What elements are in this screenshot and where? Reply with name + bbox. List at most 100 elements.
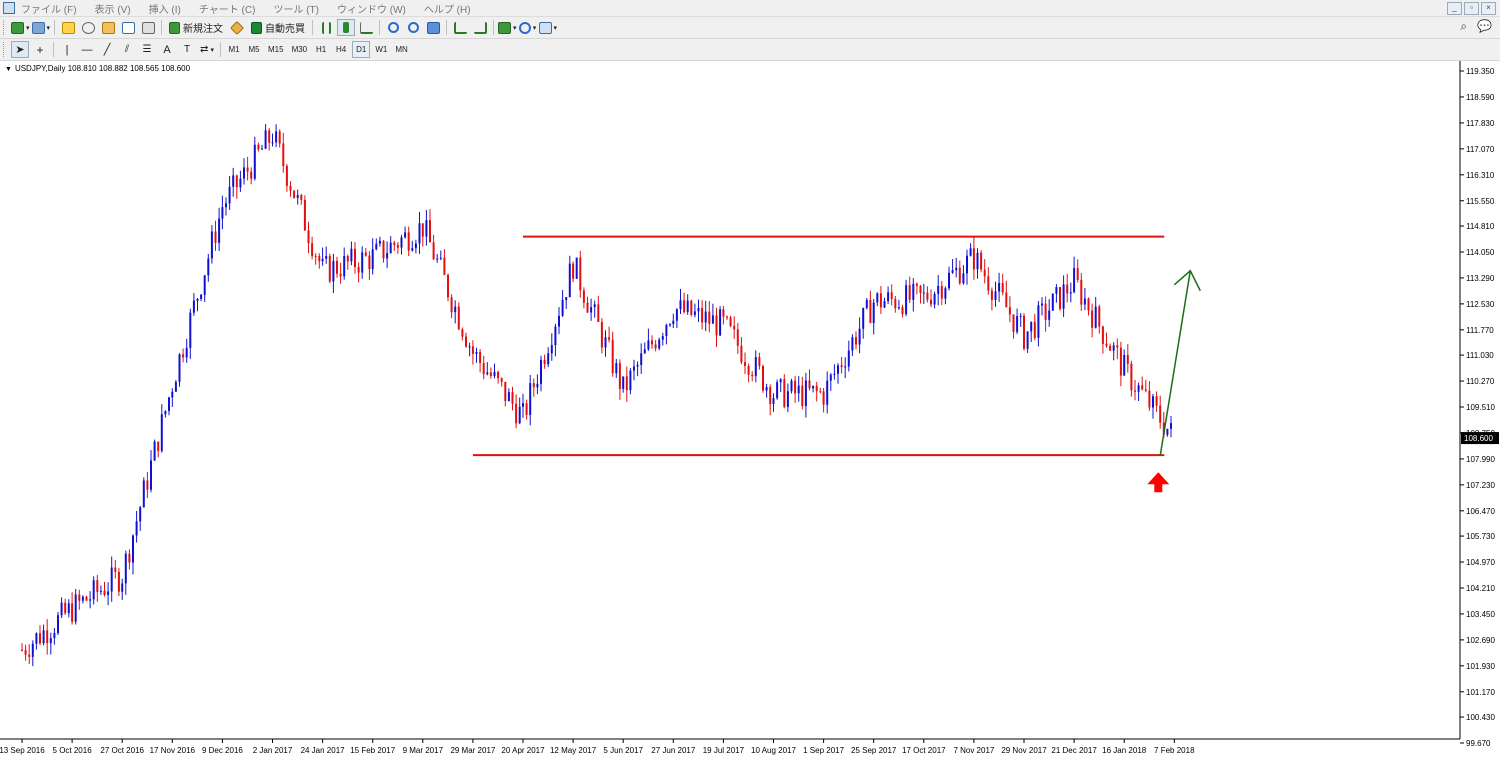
- menu-help[interactable]: ヘルプ (H): [424, 1, 471, 16]
- candle-body: [962, 273, 965, 284]
- horizontal-line-tool[interactable]: —: [78, 41, 96, 58]
- cursor-tool[interactable]: ➤: [11, 41, 29, 58]
- menu-file[interactable]: ファイル (F): [21, 1, 77, 16]
- restore-button[interactable]: ▫: [1464, 2, 1479, 15]
- candle-body: [568, 263, 571, 298]
- timeframe-d1[interactable]: D1: [352, 41, 371, 58]
- chart-shift-button[interactable]: [471, 19, 489, 36]
- time-tick-label: 19 Jul 2017: [703, 746, 745, 755]
- fibonacci-tool[interactable]: ☰: [138, 41, 156, 58]
- timeframe-m15[interactable]: M15: [265, 41, 287, 58]
- candle-body: [99, 590, 102, 592]
- candle-body: [364, 252, 367, 256]
- candle-body: [980, 252, 983, 270]
- candle-body: [314, 255, 317, 257]
- candle-body: [325, 256, 328, 259]
- new-order-button[interactable]: 新規注文: [166, 19, 226, 36]
- price-chart[interactable]: 119.350 118.590 117.830 117.070 116.310 115.5…: [0, 61, 1500, 758]
- zoom-in-button[interactable]: [384, 19, 402, 36]
- timeframe-m1[interactable]: M1: [225, 41, 243, 58]
- line-chart-button[interactable]: [357, 19, 375, 36]
- chat-icon[interactable]: 💬: [1477, 19, 1492, 34]
- candle-body: [411, 248, 414, 251]
- candle-body: [1119, 347, 1122, 376]
- menu-charts[interactable]: チャート (C): [199, 1, 256, 16]
- close-button[interactable]: ×: [1481, 2, 1496, 15]
- candle-body: [1098, 306, 1101, 327]
- candle-body: [361, 252, 364, 273]
- menu-view[interactable]: 表示 (V): [95, 1, 131, 16]
- candle-body: [815, 385, 818, 392]
- zoom-out-icon: [407, 22, 419, 33]
- toolbar-grip[interactable]: [3, 42, 7, 57]
- bar-chart-icon: [321, 21, 331, 34]
- candle-body: [987, 276, 990, 291]
- menu-window[interactable]: ウィンドウ (W): [337, 1, 406, 16]
- toolbar-grip[interactable]: [3, 20, 7, 35]
- minimize-button[interactable]: _: [1447, 2, 1462, 15]
- tile-windows-button[interactable]: [424, 19, 442, 36]
- periods-button[interactable]: ▾: [518, 19, 537, 36]
- candle-body: [46, 630, 49, 644]
- bar-chart-button[interactable]: [317, 19, 335, 36]
- toolbar-separator: [54, 20, 56, 35]
- candle-body: [357, 267, 360, 273]
- candle-body: [872, 302, 875, 323]
- collapse-triangle-icon[interactable]: ▼: [5, 66, 12, 73]
- timeframe-m5[interactable]: M5: [245, 41, 263, 58]
- arrows-tool[interactable]: ⇄ ▾: [198, 41, 216, 58]
- candle-body: [547, 353, 550, 365]
- candle-body: [174, 381, 177, 392]
- terminal-button[interactable]: [119, 19, 137, 36]
- templates-button[interactable]: ▾: [538, 19, 557, 36]
- auto-trading-button[interactable]: 自動売買: [248, 19, 308, 36]
- candle-body: [990, 290, 993, 300]
- candle-body: [182, 354, 185, 358]
- red-arrow-marker: [1147, 472, 1170, 493]
- menu-insert[interactable]: 挿入 (I): [149, 1, 181, 16]
- auto-scroll-button[interactable]: [451, 19, 469, 36]
- menu-tools[interactable]: ツール (T): [273, 1, 319, 16]
- tile-windows-icon: [426, 21, 440, 34]
- timeframe-mn[interactable]: MN: [392, 41, 410, 58]
- candle-body: [454, 306, 457, 313]
- zoom-out-button[interactable]: [404, 19, 422, 36]
- indicators-button[interactable]: ▾: [498, 19, 517, 36]
- market-watch-button[interactable]: [59, 19, 77, 36]
- candle-body: [554, 326, 557, 346]
- data-window-button[interactable]: [79, 19, 97, 36]
- price-tick-label: 107.230: [1466, 481, 1495, 490]
- meta-editor-button[interactable]: [228, 19, 246, 36]
- candles-layer: [21, 124, 1172, 667]
- candle-body: [450, 297, 453, 313]
- search-icon[interactable]: ⌕: [1460, 19, 1467, 34]
- crosshair-tool[interactable]: +: [31, 41, 49, 58]
- candle-body: [114, 567, 117, 572]
- candle-body: [837, 365, 839, 374]
- channel-tool[interactable]: ⫽: [118, 41, 136, 58]
- candlestick-button[interactable]: [337, 19, 356, 36]
- trendline-tool[interactable]: ╱: [98, 41, 116, 58]
- candle-body: [629, 370, 632, 391]
- chart-window[interactable]: ▼ USDJPY,Daily 108.810 108.882 108.565 10…: [0, 61, 1500, 758]
- profiles-button[interactable]: ▾: [31, 19, 50, 36]
- timeframe-w1[interactable]: W1: [372, 41, 390, 58]
- new-order-label: 新規注文: [183, 24, 224, 35]
- navigator-button[interactable]: [99, 19, 117, 36]
- candle-body: [736, 329, 739, 346]
- candle-body: [432, 242, 435, 260]
- vertical-line-tool[interactable]: |: [58, 41, 76, 58]
- timeframe-h1[interactable]: H1: [312, 41, 330, 58]
- tester-button[interactable]: [139, 19, 157, 36]
- new-chart-button[interactable]: ▾: [11, 19, 30, 36]
- label-tool[interactable]: T: [178, 41, 196, 58]
- candle-body: [518, 406, 521, 424]
- candle-body: [625, 376, 628, 391]
- candle-body: [908, 285, 911, 300]
- candle-body: [972, 248, 975, 270]
- text-tool[interactable]: A: [158, 41, 176, 58]
- candle-body: [203, 275, 206, 295]
- candle-body: [783, 379, 786, 407]
- timeframe-h4[interactable]: H4: [332, 41, 350, 58]
- timeframe-m30[interactable]: M30: [289, 41, 311, 58]
